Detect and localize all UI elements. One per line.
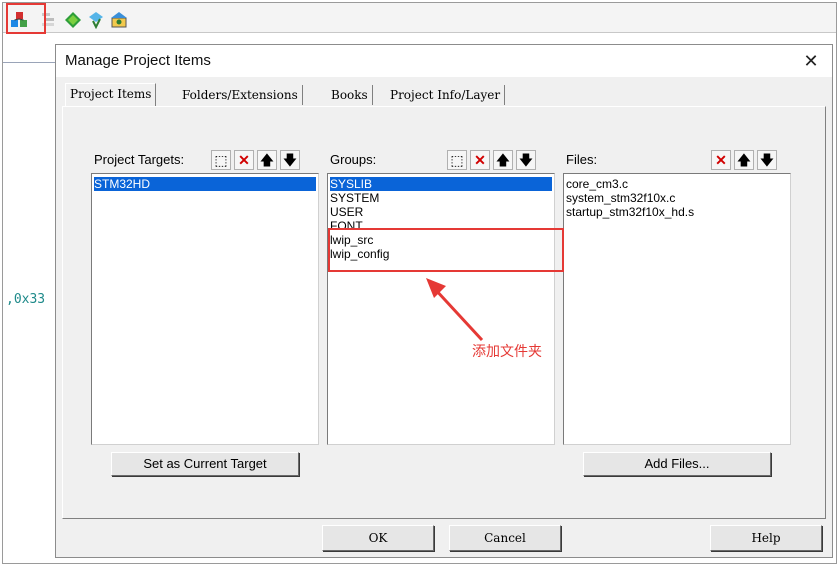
new-group-icon[interactable]: ⬚ (447, 150, 467, 170)
annotation-box (328, 228, 564, 272)
ok-button[interactable]: OK (322, 525, 434, 551)
tab-books[interactable]: Books (327, 85, 373, 105)
delete-group-icon[interactable]: ✕ (470, 150, 490, 170)
targets-label: Project Targets: (94, 152, 185, 167)
close-icon[interactable]: ✕ (798, 49, 824, 73)
delete-file-icon[interactable]: ✕ (711, 150, 731, 170)
move-up-icon[interactable]: 🡅 (493, 150, 513, 170)
options-icon[interactable] (87, 11, 105, 29)
groups-header: Groups: ⬚ ✕ 🡅 🡇 (327, 149, 555, 171)
delete-target-icon[interactable]: ✕ (234, 150, 254, 170)
targets-header: Project Targets: ⬚ ✕ 🡅 🡇 (91, 149, 319, 171)
list-item[interactable]: SYSTEM (330, 191, 379, 205)
new-target-icon[interactable]: ⬚ (211, 150, 231, 170)
move-up-icon[interactable]: 🡅 (734, 150, 754, 170)
dialog-titlebar: Manage Project Items ✕ (56, 45, 832, 77)
list-item[interactable]: STM32HD (94, 177, 316, 191)
files-header: Files: ✕ 🡅 🡇 (563, 149, 791, 171)
list-item[interactable]: SYSLIB (330, 177, 552, 191)
tab-folders-extensions[interactable]: Folders/Extensions (178, 85, 303, 105)
targets-list[interactable]: STM32HD (91, 173, 319, 445)
green-diamond-icon[interactable] (64, 11, 82, 29)
list-item[interactable]: system_stm32f10x.c (566, 191, 675, 205)
files-list[interactable]: core_cm3.c system_stm32f10x.c startup_st… (563, 173, 791, 445)
translate-icon[interactable] (110, 11, 128, 29)
highlight-box (6, 3, 46, 34)
move-down-icon[interactable]: 🡇 (757, 150, 777, 170)
groups-label: Groups: (330, 152, 377, 167)
files-label: Files: (566, 152, 598, 167)
list-item[interactable]: USER (330, 205, 363, 219)
add-files-button[interactable]: Add Files... (583, 452, 771, 476)
code-fragment: ,0x33 (6, 292, 46, 307)
dialog-title: Manage Project Items (65, 52, 211, 69)
help-button[interactable]: Help (710, 525, 822, 551)
move-down-icon[interactable]: 🡇 (280, 150, 300, 170)
list-item[interactable]: startup_stm32f10x_hd.s (566, 205, 694, 219)
cancel-button[interactable]: Cancel (449, 525, 561, 551)
tab-project-items[interactable]: Project Items (65, 83, 157, 106)
annotation-label: 添加文件夹 (472, 344, 542, 360)
editor-divider (3, 62, 55, 63)
tab-project-info-layer[interactable]: Project Info/Layer (386, 85, 506, 105)
annotation-arrow-icon (426, 278, 484, 342)
move-down-icon[interactable]: 🡇 (516, 150, 536, 170)
move-up-icon[interactable]: 🡅 (257, 150, 277, 170)
list-item[interactable]: core_cm3.c (566, 177, 628, 191)
toolbar (3, 3, 836, 33)
set-current-target-button[interactable]: Set as Current Target (111, 452, 299, 476)
